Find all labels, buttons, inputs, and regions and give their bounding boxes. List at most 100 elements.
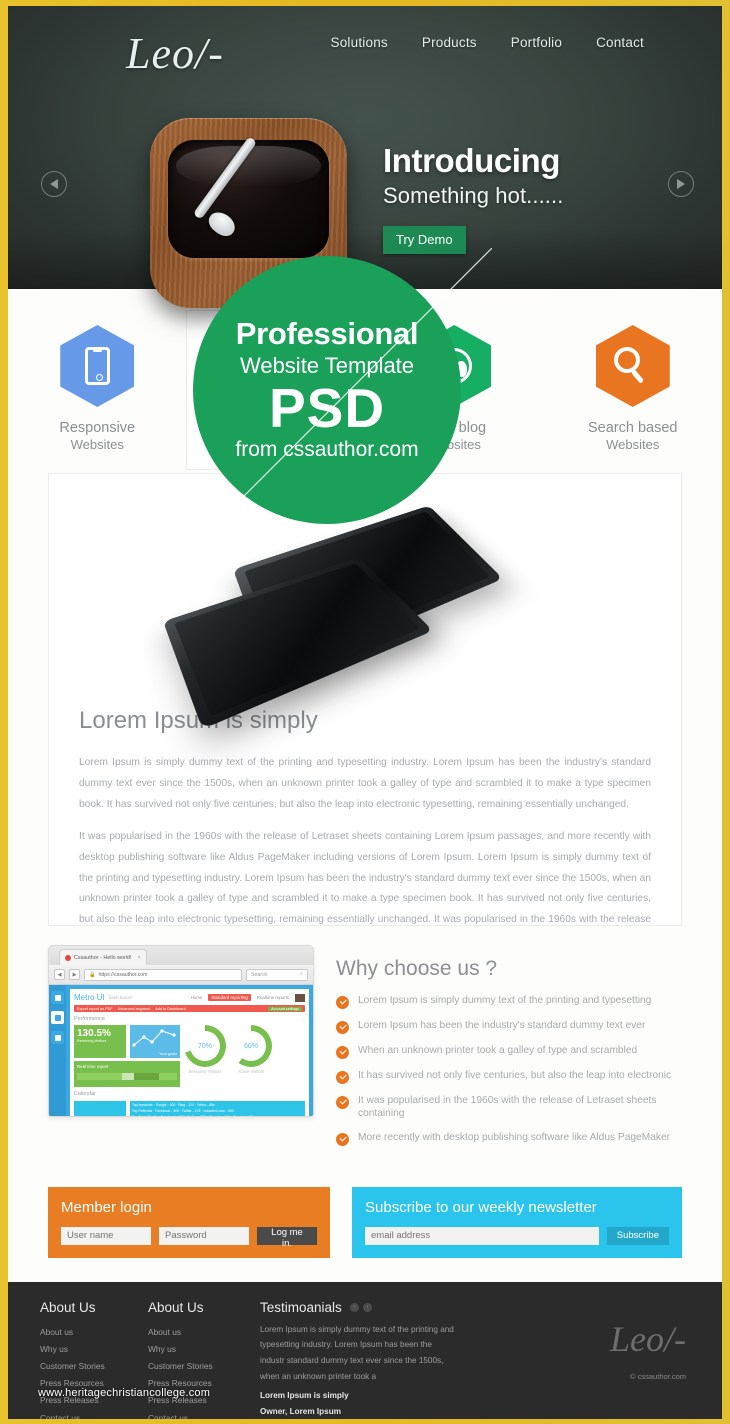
hero-copy: Introducing Something hot...... Try Demo — [383, 142, 564, 254]
try-demo-button[interactable]: Try Demo — [383, 225, 466, 254]
donut-label-sessions: Sessions/ Visitors — [188, 1069, 222, 1074]
psd-badge-line1: Professional — [235, 315, 419, 351]
toolbar-account-settings[interactable]: Account settings — [268, 1006, 302, 1011]
why-choose-us: Why choose us ? Lorem Ipsum is simply du… — [336, 945, 682, 1157]
psd-badge: Professional Website Template PSD from c… — [193, 256, 461, 524]
why-item-text: Lorem Ipsum has been the industry's stan… — [358, 1020, 646, 1031]
copyright: © cssauthor.com — [630, 1371, 686, 1381]
chevron-left-icon — [50, 179, 58, 189]
hero-title: Introducing — [383, 142, 561, 179]
chevron-right-icon[interactable]: › — [362, 1302, 372, 1312]
check-circle-icon — [336, 1071, 349, 1084]
carousel-next-button[interactable] — [668, 171, 694, 197]
footer-link[interactable]: Contact us — [40, 1410, 148, 1419]
donut-chart-active: 60% — [230, 1025, 272, 1067]
check-circle-icon — [336, 1046, 349, 1059]
realtime-label: Real time report — [77, 1064, 109, 1069]
list-item: It was popularised in the 1960s with the… — [336, 1095, 682, 1121]
carousel-prev-button[interactable] — [41, 171, 67, 197]
footer-link[interactable]: Why us — [148, 1341, 256, 1358]
forward-icon[interactable]: ▶ — [69, 969, 80, 980]
email-input[interactable] — [365, 1226, 599, 1245]
member-login-title: Member login — [61, 1198, 152, 1216]
footer-link[interactable]: Why us — [40, 1341, 148, 1358]
dashboard-section-calendar: Calendar — [74, 1091, 96, 1097]
feature-card-responsive[interactable]: Responsive Websites — [8, 313, 187, 469]
check-circle-icon — [336, 996, 349, 1009]
dashboard-brand-sub: dash board — [108, 995, 132, 1000]
psd-badge-line4: from cssauthor.com — [235, 438, 419, 462]
nav-item-portfolio[interactable]: Portfolio — [511, 35, 562, 50]
sidebar-icon-monitor[interactable] — [51, 1011, 64, 1024]
donut-label-active: Active Visitors — [237, 1069, 265, 1074]
feature-card-search[interactable]: Search based Websites — [544, 313, 723, 469]
hero-banner: Leo/- Solutions Products Portfolio Conta… — [8, 6, 722, 308]
watermark: www.heritagechristiancollege.com — [38, 1386, 211, 1399]
donut-value-sessions: 70% — [190, 1031, 220, 1061]
subscribe-button[interactable]: Subscribe — [606, 1226, 669, 1245]
footer-link[interactable]: Customer Stories — [40, 1358, 148, 1375]
browser-tab[interactable]: Cssauthor - Hello world! × — [59, 949, 147, 965]
browser-url-input[interactable]: 🔒 https://cssauthor.com — [84, 968, 242, 981]
dashboard-menu: Home Standard reporting Realtime reports — [188, 993, 305, 1002]
dashboard-menu-home[interactable]: Home — [188, 994, 206, 1001]
feature-line1: Responsive — [59, 420, 136, 436]
newsletter-panel: Subscribe to our weekly newsletter Subsc… — [352, 1186, 682, 1258]
why-item-text: It has survived not only five centuries,… — [358, 1070, 672, 1081]
donut-value-active: 60% — [236, 1031, 266, 1061]
browser-search-input[interactable]: Search ⌕ — [246, 968, 308, 981]
list-item: Lorem Ipsum has been the industry's stan… — [336, 1020, 682, 1034]
list-item: When an unknown printer took a galley of… — [336, 1045, 682, 1059]
avatar — [295, 993, 305, 1002]
chevron-right-icon — [677, 179, 685, 189]
chevron-left-icon[interactable]: ‹ — [349, 1302, 359, 1312]
newsletter-title: Subscribe to our weekly newsletter — [365, 1198, 597, 1216]
calendar-widget[interactable] — [74, 1101, 126, 1116]
toolbar-add[interactable]: Add to Dashboard — [155, 1007, 186, 1011]
back-icon[interactable]: ◀ — [54, 969, 65, 980]
footer-heading: About Us — [40, 1299, 96, 1315]
dashboard-content: Metro UI dash board Home Standard report… — [70, 989, 309, 1116]
site-logo[interactable]: Leo/- — [126, 28, 224, 79]
nav-item-solutions[interactable]: Solutions — [331, 35, 388, 50]
dashboard-brand: Metro UI — [74, 993, 105, 1002]
footer-link[interactable]: About us — [148, 1324, 256, 1341]
password-input[interactable] — [159, 1226, 249, 1245]
list-item: More recently with desktop publishing so… — [336, 1132, 682, 1146]
feature-line2: Websites — [70, 437, 124, 453]
showcase-paragraph-2: It was popularised in the 1960s with the… — [79, 830, 651, 926]
nav-item-products[interactable]: Products — [422, 35, 477, 50]
nav-item-contact[interactable]: Contact — [596, 35, 644, 50]
login-button[interactable]: Log me in. — [257, 1226, 317, 1249]
testimonial-author-name: Lorem Ipsum is simply — [260, 1391, 349, 1401]
toolbar-export[interactable]: Export report as PDF — [77, 1007, 113, 1011]
browser-tab-title: Cssauthor - Hello world! — [74, 954, 132, 961]
check-circle-icon — [336, 1021, 349, 1034]
footer-brand: Leo/- © cssauthor.com — [458, 1300, 690, 1420]
feature-label-responsive: Responsive Websites — [8, 419, 187, 453]
check-circle-icon — [336, 1096, 349, 1109]
check-circle-icon — [336, 1132, 349, 1146]
footer-link[interactable]: Customer Stories — [148, 1358, 256, 1375]
sidebar-icon-reports[interactable] — [51, 991, 64, 1004]
sidebar-icon-widgets[interactable] — [51, 1031, 64, 1044]
toolbar-segment[interactable]: Advanced segment — [118, 1007, 151, 1011]
kpi-label: Returning visitors — [77, 1039, 107, 1043]
browser-url-text: https://cssauthor.com — [98, 971, 148, 978]
hero-subtitle: Something hot...... — [383, 182, 564, 208]
close-icon[interactable]: × — [138, 955, 141, 961]
dashboard-section-performence: Performence — [74, 1016, 105, 1022]
site-footer: About Us About us Why us Customer Storie… — [8, 1281, 722, 1420]
favicon-icon — [65, 954, 71, 961]
feature-line2: Websites — [606, 437, 660, 453]
dashboard-menu-realtime[interactable]: Realtime reports — [254, 994, 292, 1001]
dashboard-menu-standard[interactable]: Standard reporting — [208, 994, 251, 1001]
showcase-panel: Lorem Ipsum is simply Lorem Ipsum is sim… — [48, 473, 682, 926]
footer-link[interactable]: Contact us — [148, 1410, 256, 1419]
kpi-card: 130.5% Returning visitors — [74, 1025, 126, 1058]
showcase-text: Lorem Ipsum is simply Lorem Ipsum is sim… — [49, 707, 681, 926]
search-icon: ⌕ — [300, 971, 303, 977]
footer-link[interactable]: About us — [40, 1324, 148, 1341]
why-item-text: More recently with desktop publishing so… — [358, 1131, 671, 1143]
username-input[interactable] — [61, 1226, 151, 1245]
